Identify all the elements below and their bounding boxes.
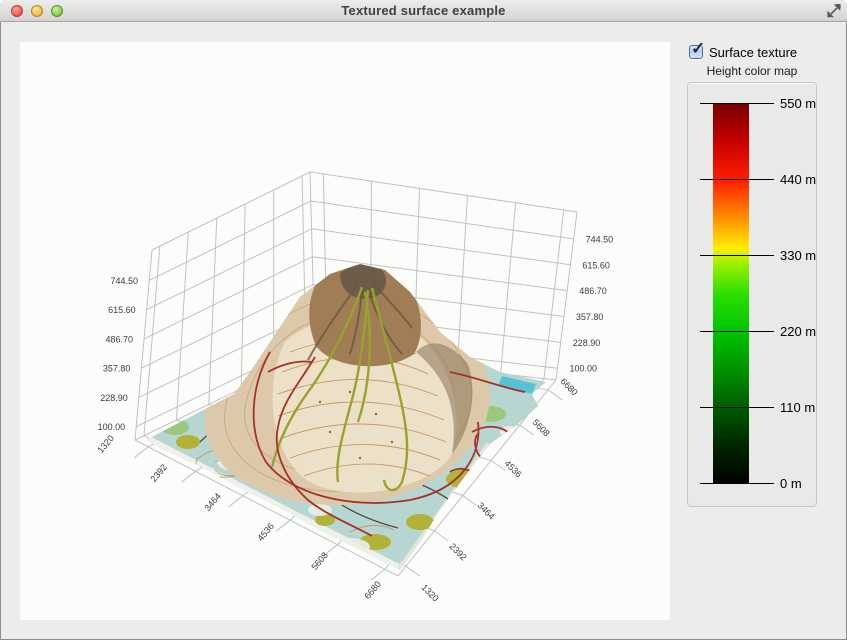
z-tick-label: 486.70	[105, 334, 133, 344]
legend-tick-label: 0 m	[780, 476, 820, 492]
legend-tick-label: 220 m	[780, 324, 820, 340]
legend-tick-line	[700, 255, 774, 256]
x-tick-label: 3464	[202, 491, 223, 513]
legend-tick-label: 330 m	[780, 248, 820, 264]
z-axis-labels-right: 744.50 615.60 486.70 357.80 228.90 100.0…	[570, 234, 614, 373]
height-colormap-legend: 550 m 440 m 330 m 220 m 110 m 0 m	[687, 82, 817, 507]
y-tick-label: 6680	[559, 376, 580, 397]
legend-title: Height color map	[687, 64, 817, 78]
legend-tick-label: 440 m	[780, 172, 820, 188]
surface-texture-checkbox[interactable]: ✓	[689, 45, 703, 59]
z-tick-label: 100.00	[98, 422, 126, 432]
terrain-surface	[130, 262, 580, 587]
y-tick-label: 4536	[503, 458, 524, 479]
fullscreen-icon[interactable]	[827, 4, 841, 18]
x-tick-label: 6680	[362, 579, 383, 601]
x-tick-label: 1320	[95, 433, 116, 455]
y-tick-label: 3464	[476, 500, 497, 521]
surface-texture-label[interactable]: Surface texture	[709, 45, 797, 60]
window-title: Textured surface example	[0, 3, 847, 18]
legend-tick-line	[700, 483, 774, 484]
colormap-gradient-bar	[713, 104, 749, 484]
y-tick-label: 2392	[448, 541, 469, 562]
z-tick-label: 615.60	[108, 305, 136, 315]
surface-plot-canvas[interactable]: 744.50 615.60 486.70 357.80 228.90 100.0…	[20, 42, 670, 620]
z-tick-label: 486.70	[579, 286, 607, 296]
y-tick-label: 5608	[531, 417, 552, 438]
z-tick-label: 357.80	[103, 364, 131, 374]
y-tick-label: 1320	[420, 582, 441, 603]
legend-tick-label: 110 m	[780, 400, 820, 416]
z-tick-label: 357.80	[576, 312, 604, 322]
surface-plot: 744.50 615.60 486.70 357.80 228.90 100.0…	[20, 42, 670, 620]
z-tick-label: 228.90	[100, 393, 128, 403]
z-tick-label: 615.60	[582, 260, 610, 270]
x-tick-label: 4536	[255, 521, 276, 543]
z-tick-label: 100.00	[570, 364, 598, 374]
z-axis-labels-left: 744.50 615.60 486.70 357.80 228.90 100.0…	[98, 276, 138, 432]
title-bar[interactable]: Textured surface example	[0, 0, 847, 22]
z-tick-label: 744.50	[586, 234, 614, 244]
x-tick-label: 2392	[148, 462, 169, 484]
legend-tick-line	[700, 103, 774, 104]
z-tick-label: 228.90	[573, 338, 601, 348]
z-tick-label: 744.50	[110, 276, 138, 286]
legend-tick-label: 550 m	[780, 96, 820, 112]
checkmark-icon: ✓	[691, 40, 705, 58]
legend-tick-line	[700, 331, 774, 332]
app-window: Textured surface example	[0, 0, 847, 640]
legend-tick-line	[700, 407, 774, 408]
legend-tick-line	[700, 179, 774, 180]
